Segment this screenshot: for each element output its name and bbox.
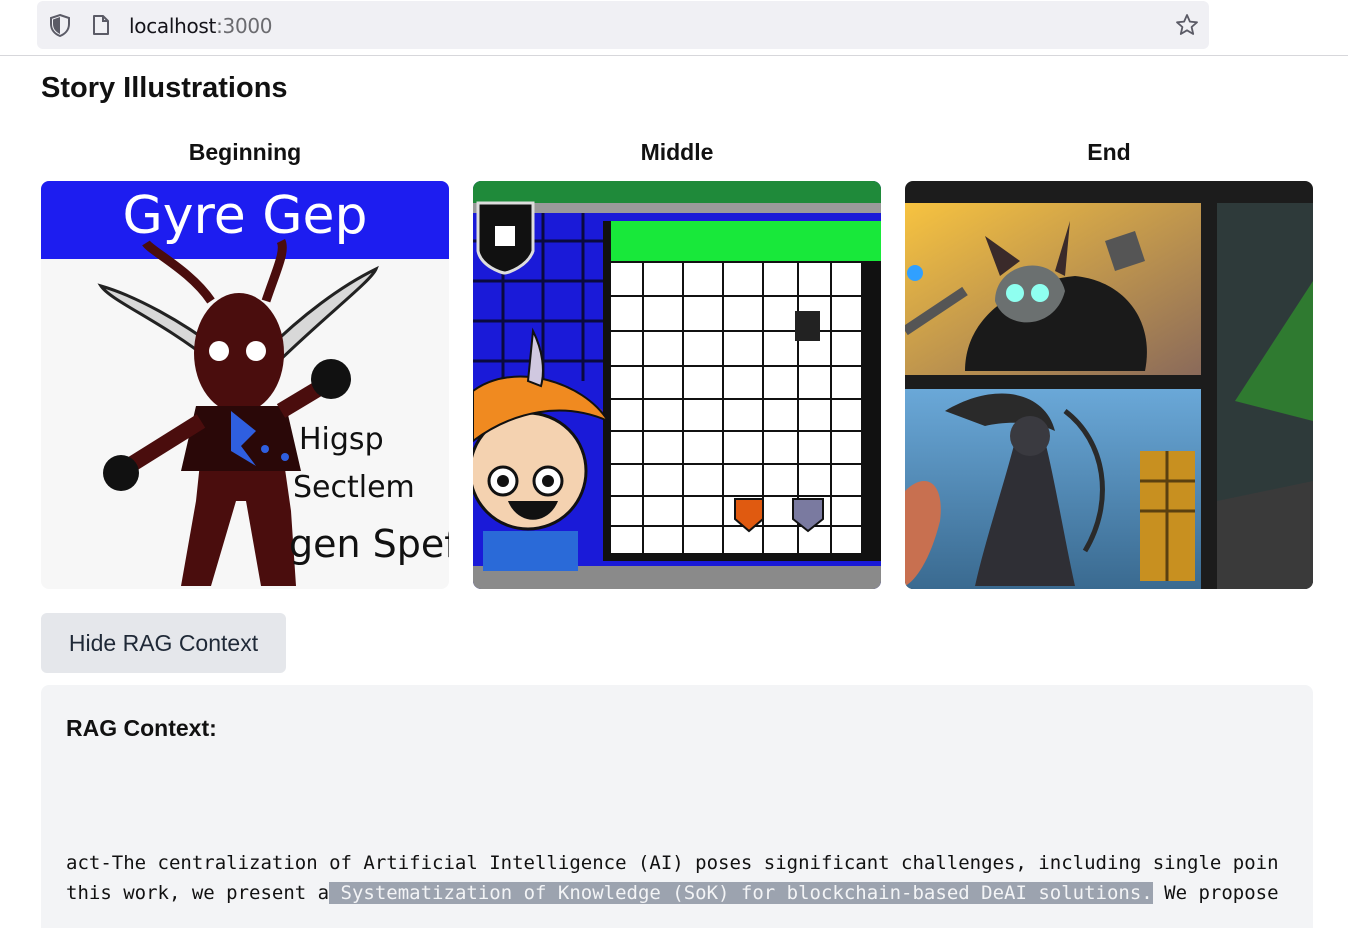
beginning-image: Gyre Gep Higsp Sectlem gen Spef	[41, 181, 449, 589]
rag-highlight: Systematization of Knowledge (SoK) for b…	[329, 882, 1153, 904]
rag-context-title: RAG Context:	[66, 715, 217, 741]
beginning-caption-2: Sectlem	[293, 470, 415, 505]
rag-line-2-pre: this work, we present a	[66, 882, 330, 904]
rag-context-panel: RAG Context: act-The centralization of A…	[41, 685, 1313, 928]
beginning-banner-text: Gyre Gep	[122, 186, 367, 246]
url-host: localhost	[129, 14, 217, 38]
url-text[interactable]: localhost:3000	[129, 14, 273, 38]
rag-context-text: act-The centralization of Artificial Int…	[66, 848, 1288, 908]
illustration-end	[905, 181, 1313, 589]
rag-line-1: act-The centralization of Artificial Int…	[66, 852, 1279, 874]
browser-toolbar: localhost:3000	[0, 0, 1348, 56]
rag-line-2-post: We propose	[1152, 882, 1279, 904]
end-image	[905, 181, 1313, 589]
bookmark-star-icon[interactable]	[1175, 13, 1199, 37]
rag-line-2: this work, we present a Systematization …	[66, 878, 1288, 908]
hide-rag-context-button[interactable]: Hide RAG Context	[41, 613, 286, 673]
address-bar[interactable]: localhost:3000	[37, 1, 1209, 49]
illustration-title-end: End	[1087, 139, 1131, 165]
illustration-beginning: Gyre Gep Higsp Sectlem gen Spef	[41, 181, 449, 589]
illustration-title-beginning: Beginning	[188, 139, 302, 165]
page-icon[interactable]	[92, 14, 110, 36]
middle-image	[473, 181, 881, 589]
page-title: Story Illustrations	[41, 72, 288, 104]
shield-icon[interactable]	[49, 13, 71, 37]
illustration-middle	[473, 181, 881, 589]
illustration-title-middle: Middle	[640, 139, 714, 165]
url-port: :3000	[216, 14, 273, 38]
beginning-caption-1: Higsp	[299, 422, 384, 457]
beginning-caption-3: gen Spef	[289, 522, 449, 566]
